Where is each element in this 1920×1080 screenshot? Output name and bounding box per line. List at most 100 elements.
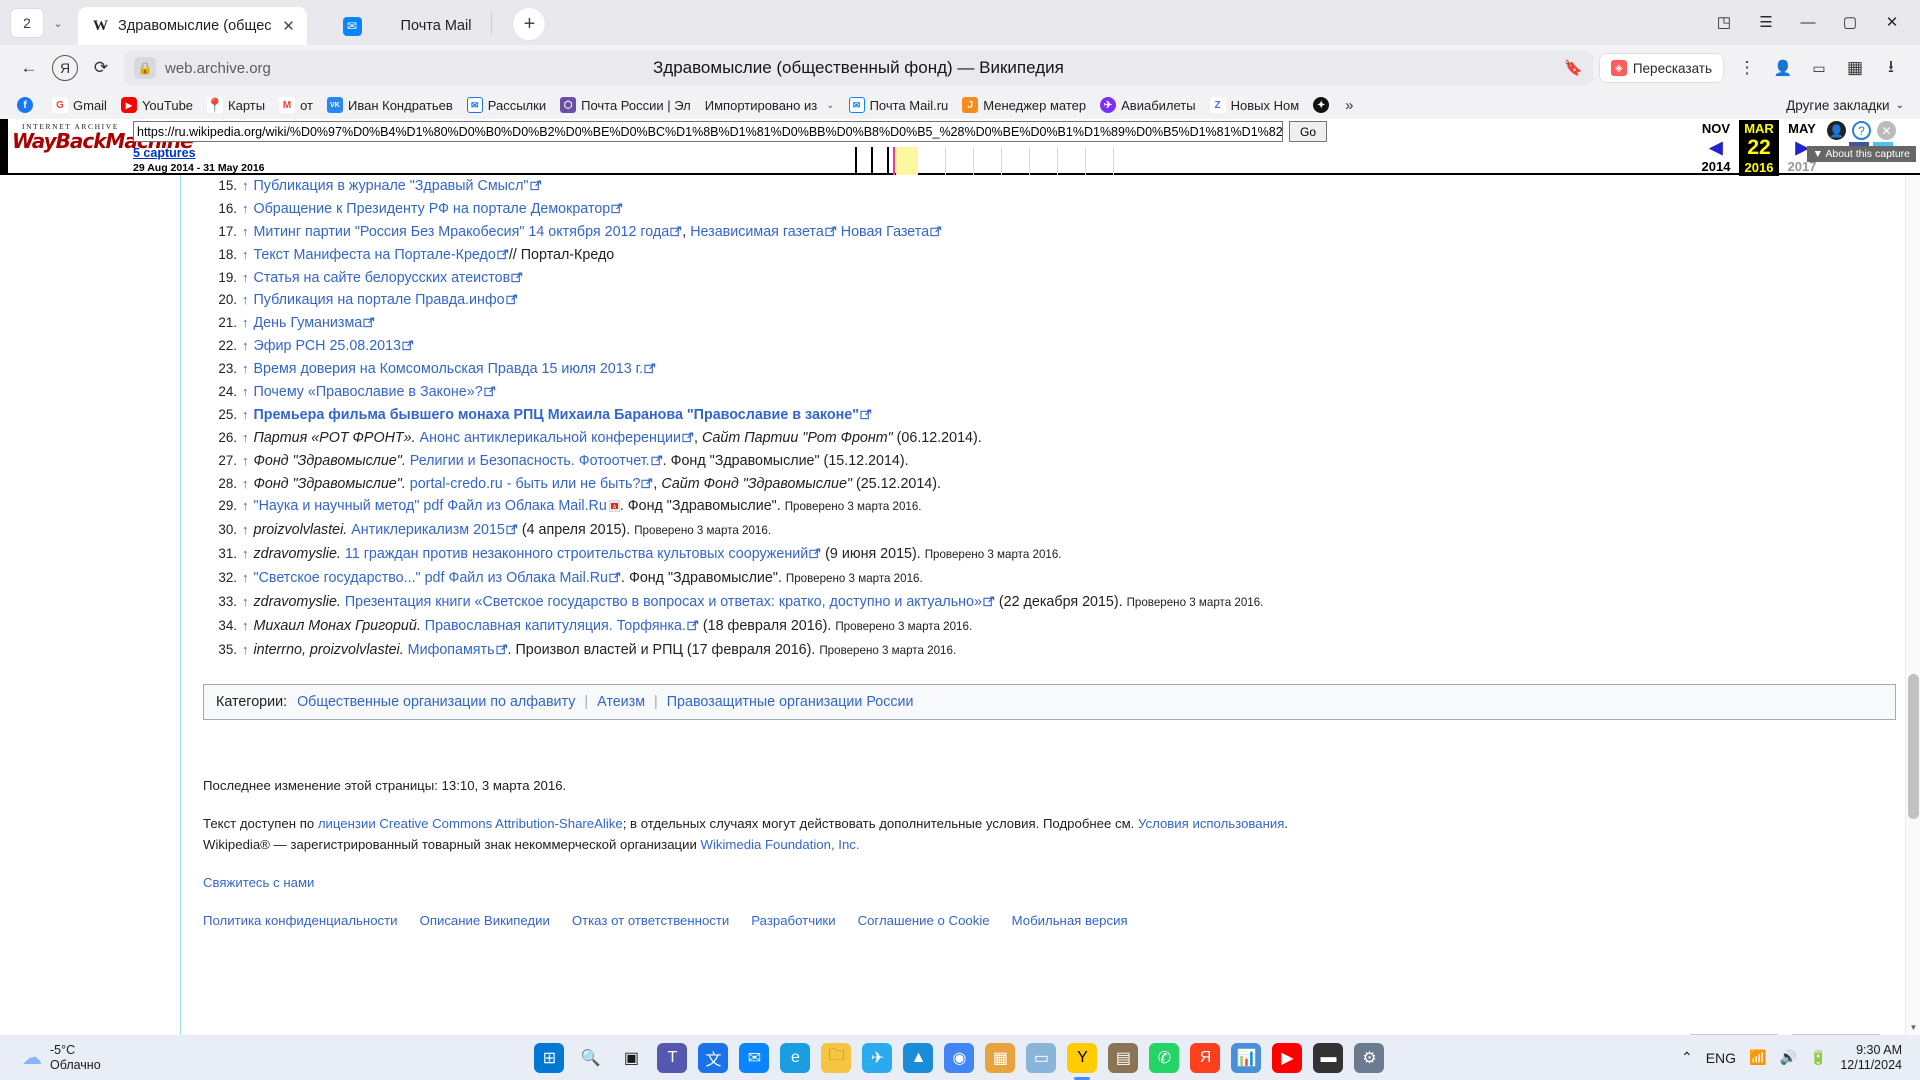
reference-link[interactable]: День Гуманизма [254,315,363,331]
reference-link[interactable]: Текст Манифеста на Портале-Кредо [254,247,496,263]
backlink-arrow-icon[interactable]: ↑ [237,381,254,403]
reference-link[interactable]: Православная капитуляция. Торфянка. [425,618,686,634]
reference-link[interactable]: portal-credo.ru - быть или не быть? [410,476,641,492]
backlink-arrow-icon[interactable]: ↑ [237,495,254,517]
close-circle-icon[interactable]: ✕ [1877,121,1896,140]
backlink-arrow-icon[interactable]: ↑ [237,358,254,380]
bookmark-item[interactable]: ✉ Почта Mail.ru [842,93,956,117]
backlink-arrow-icon[interactable]: ↑ [237,404,254,426]
wayback-capture-sparkline[interactable] [855,147,1135,175]
browser-window-icon[interactable]: ▭ [1026,1042,1057,1073]
edge-icon[interactable]: e [780,1042,811,1073]
restore-icon[interactable]: ◳ [1706,6,1742,38]
chevron-up-icon[interactable]: ⌃ [1681,1049,1693,1066]
youtube-icon[interactable]: ▶ [1272,1042,1303,1073]
reference-link[interactable]: Эфир РСН 25.08.2013 [254,338,402,354]
backlink-arrow-icon[interactable]: ↑ [237,267,254,289]
wifi-icon[interactable]: 📶 [1749,1049,1766,1066]
backlink-arrow-icon[interactable]: ↑ [237,519,254,541]
terminal-icon[interactable]: ▬ [1313,1042,1344,1073]
reference-link[interactable]: Время доверия на Комсомольская Правда 15… [254,361,644,377]
backlink-arrow-icon[interactable]: ↑ [237,473,254,495]
reference-link[interactable]: Антиклерикализм 2015 [351,522,505,538]
wayback-prev-capture[interactable]: NOV ◀ 2014 [1693,120,1739,175]
scroll-down-arrow-icon[interactable]: ▼ [1906,1020,1920,1035]
bookmark-icon[interactable]: 🔖 [1564,59,1583,77]
category-link[interactable]: Атеизм [597,694,645,710]
reference-link[interactable]: Статья на сайте белорусских атеистов [254,270,511,286]
bookmark-item[interactable]: J Менеджер матер [955,93,1093,117]
menu-icon[interactable]: ☰ [1748,6,1784,38]
help-circle-icon[interactable]: ? [1852,121,1871,140]
bookmark-item[interactable]: Z Новых Ном [1203,93,1307,117]
backlink-arrow-icon[interactable]: ↑ [237,615,254,637]
profile-avatar[interactable]: 👤 [1766,51,1800,85]
grid-icon[interactable]: ▦ [1838,51,1872,85]
maximize-icon[interactable]: ▢ [1832,6,1868,38]
volume-icon[interactable]: 🔊 [1779,1049,1796,1066]
reference-link[interactable]: Публикация в журнале "Здравый Смысл" [254,178,529,194]
wayback-go-button[interactable]: Go [1289,121,1327,142]
task-view-icon[interactable]: ▣ [616,1043,646,1073]
battery-icon[interactable]: 🔋 [1810,1049,1827,1066]
reference-link[interactable]: Анонс антиклерикальной конференции [420,430,681,446]
footer-link[interactable]: Политика конфиденциальности [203,910,398,931]
backlink-arrow-icon[interactable]: ↑ [237,427,254,449]
reload-button[interactable]: ⟳ [84,51,118,85]
whatsapp-icon[interactable]: ✆ [1149,1042,1180,1073]
wayback-logo[interactable]: INTERNET ARCHIVE WayBackMachine [8,119,194,151]
backlink-arrow-icon[interactable]: ↑ [237,450,254,472]
terms-link[interactable]: Условия использования [1138,816,1284,831]
bookmark-item[interactable]: ✈ Авиабилеты [1093,93,1202,117]
teams-icon[interactable]: T [657,1042,688,1073]
archive-icon[interactable]: ▤ [1108,1042,1139,1073]
bookmark-item[interactable]: ✦ [1306,93,1336,117]
back-button[interactable]: ← [12,51,46,85]
contact-us-link[interactable]: Свяжитесь с нами [203,875,314,890]
stats-icon[interactable]: 📊 [1231,1042,1262,1073]
backlink-arrow-icon[interactable]: ↑ [237,335,254,357]
other-bookmarks-button[interactable]: Другие закладки ⌄ [1786,98,1910,113]
reference-link[interactable]: "Наука и научный метод" pdf Файл из Обла… [254,498,607,514]
reference-link[interactable]: 11 граждан против незаконного строительс… [345,546,808,562]
download-icon[interactable]: ⭳ [1874,51,1908,85]
wayback-url-input[interactable]: https://ru.wikipedia.org/wiki/%D0%97%D0%… [133,121,1283,142]
backlink-arrow-icon[interactable]: ↑ [237,175,254,197]
footer-link[interactable]: Отказ от ответственности [572,910,729,931]
footer-link[interactable]: Соглашение о Cookie [858,910,990,931]
reference-link[interactable]: Публикация на портале Правда.инфо [254,292,505,308]
tab-wikipedia[interactable]: W Здравомыслие (общес ✕ [78,7,307,45]
store-icon[interactable]: ▲ [903,1042,934,1073]
search-icon[interactable]: 🔍 [575,1043,605,1073]
chrome-icon[interactable]: ◉ [944,1042,975,1073]
backlink-arrow-icon[interactable]: ↑ [237,543,254,565]
weather-widget[interactable]: ☁ -5°C Облачно [8,1043,238,1073]
backlink-arrow-icon[interactable]: ↑ [237,591,254,613]
license-link[interactable]: лицензии Creative Commons Attribution-Sh… [318,816,623,831]
bookmark-item[interactable]: Mот [272,93,320,117]
bookmark-item[interactable]: f [10,93,45,117]
translate-icon[interactable]: 文 [698,1042,729,1073]
bookmarks-overflow-button[interactable]: » [1336,97,1362,114]
language-indicator[interactable]: ENG [1706,1050,1736,1066]
tab-list-chevron-icon[interactable]: ⌄ [44,8,72,38]
bookmark-item[interactable]: ▶ YouTube [114,93,200,117]
kebab-menu-icon[interactable]: ⋮ [1730,51,1764,85]
bookmark-folder-imported[interactable]: Импортировано из ⌄ [698,93,842,117]
bookmark-item[interactable]: 📍 Карты [200,93,272,117]
apps-grid-icon[interactable]: ▦ [985,1042,1016,1073]
yandex-icon[interactable]: Я [1190,1042,1221,1073]
reference-link[interactable]: Почему «Православие в Законе»? [254,384,483,400]
wikimedia-foundation-link[interactable]: Wikimedia Foundation, Inc. [701,837,860,852]
reference-link[interactable]: Независимая газета [690,224,824,240]
reference-link[interactable]: Обращение к Президенту РФ на портале Дем… [254,201,611,217]
telegram-icon[interactable]: ✈ [862,1042,893,1073]
reference-link[interactable]: Новая Газета [841,224,929,240]
backlink-arrow-icon[interactable]: ↑ [237,639,254,661]
vertical-scrollbar[interactable]: ▲ ▼ [1905,119,1920,1035]
wallet-icon[interactable]: ▭ [1802,51,1836,85]
new-tab-button[interactable]: + [512,7,547,41]
category-link[interactable]: Правозащитные организации России [667,694,914,710]
bookmark-item[interactable]: ⬡ Почта России | Эл [553,93,698,117]
backlink-arrow-icon[interactable]: ↑ [237,198,254,220]
